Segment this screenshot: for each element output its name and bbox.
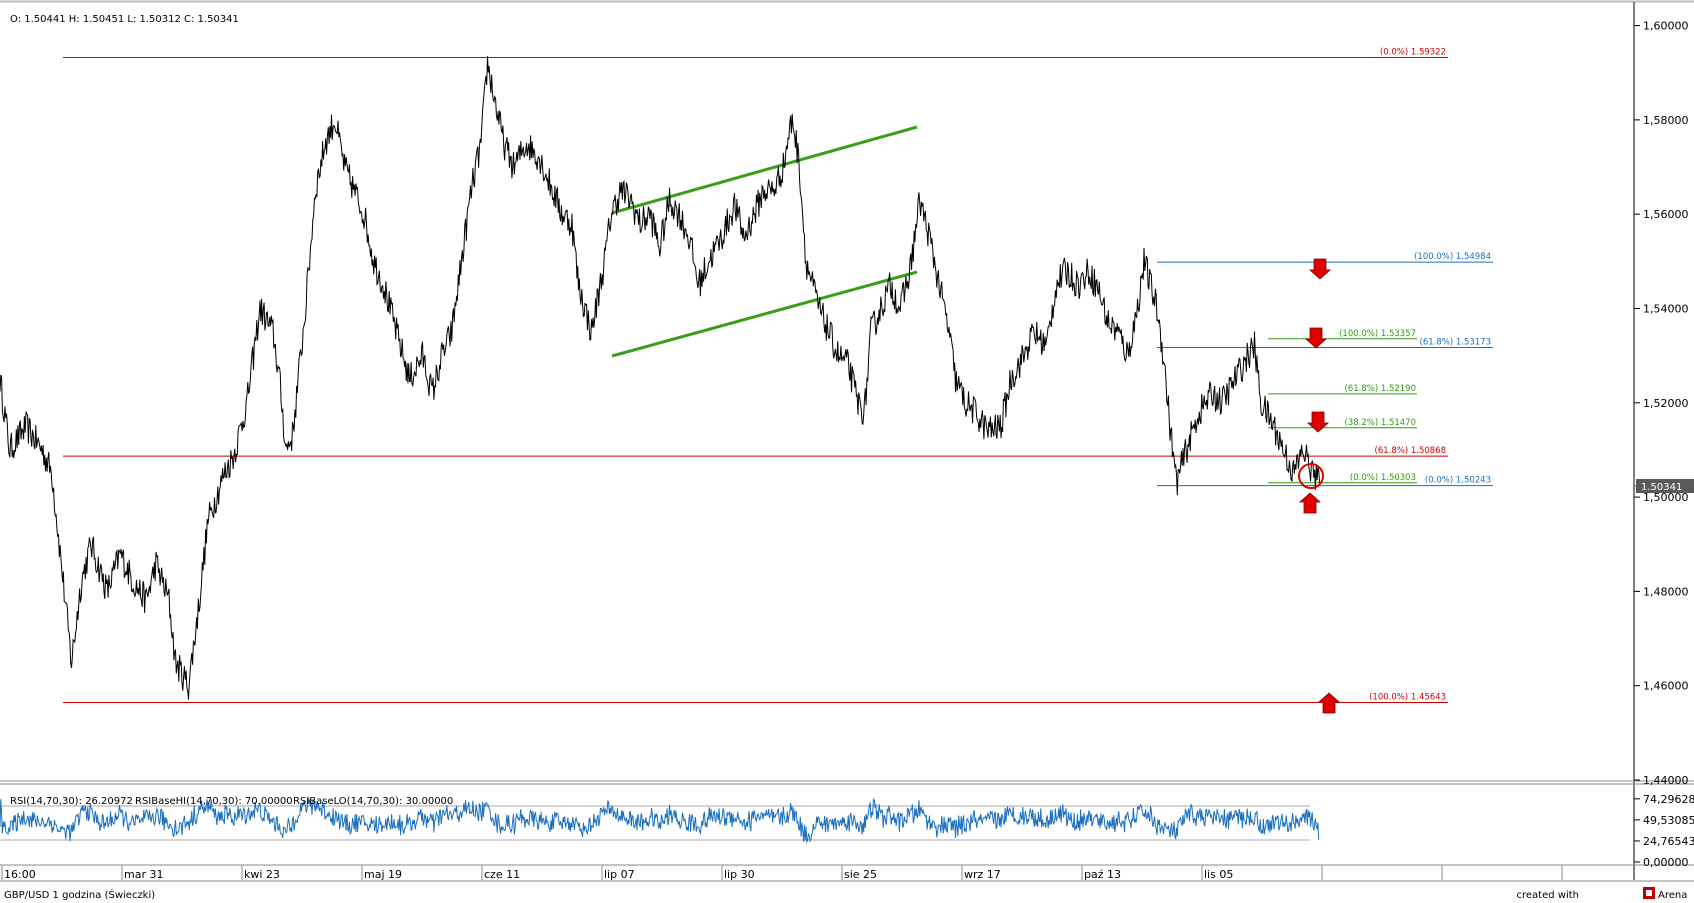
green-level-label: (100.0%) 1.53357 xyxy=(1339,329,1416,339)
time-axis-label: cze 11 xyxy=(484,868,520,881)
green-level-label: (38.2%) 1.51470 xyxy=(1345,418,1417,428)
time-axis-label: wrz 17 xyxy=(964,868,1001,881)
time-axis-label: lis 05 xyxy=(1204,868,1233,881)
arena-logo-icon xyxy=(1643,887,1655,899)
price-axis-label: 1,58000 xyxy=(1643,114,1689,127)
price-axis-label: 1,60000 xyxy=(1643,20,1689,33)
rsi-axis-label: 74,29628 xyxy=(1643,793,1694,806)
current-price-tag: 1.50341 xyxy=(1634,479,1694,493)
time-axis-label: mar 31 xyxy=(124,868,163,881)
rsi-axis-label: 0,00000 xyxy=(1643,856,1689,869)
created-with-label: created with xyxy=(1517,890,1580,901)
arena-brand-label: Arena xyxy=(1658,890,1687,901)
ohlc-readout: O: 1.50441 H: 1.50451 L: 1.50312 C: 1.50… xyxy=(10,14,239,25)
rsi-base-lo-legend: RSIBaseLO(14,70,30): 30.00000 xyxy=(293,796,453,807)
price-axis-label: 1,56000 xyxy=(1643,208,1689,221)
red-level-label: (61.8%) 1.50868 xyxy=(1375,446,1447,456)
rsi-base-hi-legend: RSIBaseHI(14,70,30): 70.00000 xyxy=(135,796,293,807)
time-axis-label: maj 19 xyxy=(364,868,402,881)
time-axis-label: sie 25 xyxy=(844,868,877,881)
green-level-label: (61.8%) 1.52190 xyxy=(1345,384,1417,394)
time-axis-label: lip 07 xyxy=(604,868,635,881)
price-axis-label: 1,44000 xyxy=(1643,774,1689,787)
time-axis-label: lip 30 xyxy=(724,868,755,881)
rsi-axis-label: 24,76543 xyxy=(1643,835,1694,848)
time-axis-label: kwi 23 xyxy=(244,868,280,881)
red-level-label: (0.0%) 1.59322 xyxy=(1380,48,1446,58)
blue-level-label: (100.0%) 1.54984 xyxy=(1414,252,1491,262)
price-axis-label: 1,50000 xyxy=(1643,491,1689,504)
instrument-title: GBP/USD 1 godzina (Świeczki) xyxy=(4,888,155,901)
price-axis-label: 1,54000 xyxy=(1643,302,1689,315)
price-axis-label: 1,48000 xyxy=(1643,585,1689,598)
red-level-label: (100.0%) 1.45643 xyxy=(1369,693,1446,703)
blue-level-label: (0.0%) 1.50243 xyxy=(1425,476,1491,486)
price-axis-label: 1,46000 xyxy=(1643,680,1689,693)
time-axis-label: paź 13 xyxy=(1084,868,1121,881)
forex-chart: O: 1.50441 H: 1.50451 L: 1.50312 C: 1.50… xyxy=(0,0,1694,903)
current-price-label: 1.50341 xyxy=(1641,482,1682,493)
time-axis-label: 16:00 xyxy=(4,868,36,881)
blue-level-label: (61.8%) 1.53173 xyxy=(1420,337,1492,347)
rsi-legend: RSI(14,70,30): 26.20972 xyxy=(10,796,133,807)
price-axis-label: 1,52000 xyxy=(1643,397,1689,410)
green-level-label: (0.0%) 1.50303 xyxy=(1350,473,1416,483)
rsi-axis-label: 49,53085 xyxy=(1643,814,1694,827)
